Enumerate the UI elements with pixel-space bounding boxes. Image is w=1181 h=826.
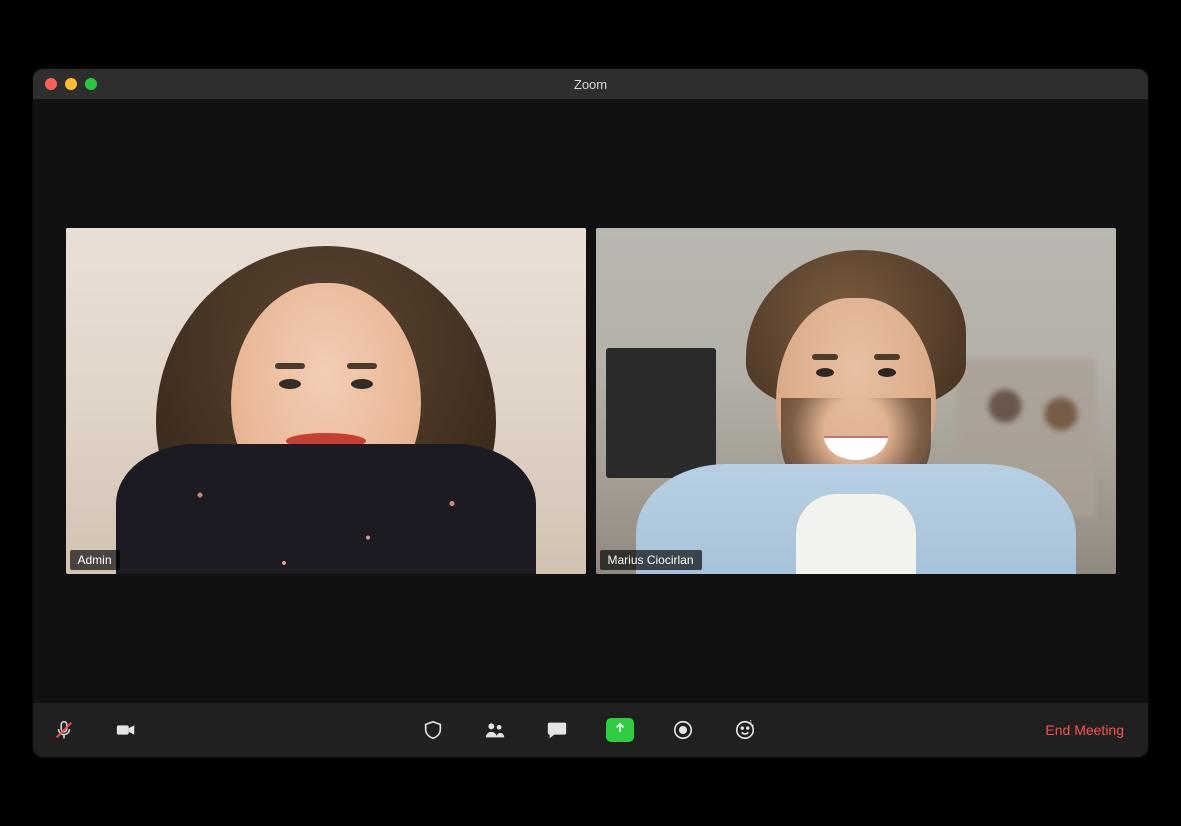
video-tile-marius[interactable]: Marius Ciocirlan [596, 228, 1116, 574]
mute-button[interactable] [51, 717, 77, 743]
meeting-toolbar: End Meeting [33, 703, 1148, 757]
video-area: Admin Marius Ciocirlan [33, 99, 1148, 703]
end-meeting-button[interactable]: End Meeting [1039, 718, 1130, 742]
video-button[interactable] [113, 717, 139, 743]
share-screen-button[interactable] [606, 718, 634, 742]
video-tile-admin[interactable]: Admin [66, 228, 586, 574]
participants-button[interactable] [482, 717, 508, 743]
microphone-muted-icon [53, 719, 75, 741]
video-grid: Admin Marius Ciocirlan [66, 228, 1116, 574]
people-icon [484, 719, 506, 741]
share-screen-icon [613, 721, 627, 740]
reactions-icon [734, 719, 756, 741]
participant-name-label: Admin [70, 550, 120, 570]
participant-video-feed [596, 228, 1116, 574]
video-camera-icon [115, 719, 137, 741]
window-titlebar: Zoom [33, 69, 1148, 99]
chat-bubble-icon [546, 719, 568, 741]
window-controls [45, 78, 97, 90]
zoom-window: Zoom Admin [33, 69, 1148, 757]
chat-button[interactable] [544, 717, 570, 743]
record-icon [672, 719, 694, 741]
participant-video-feed [66, 228, 586, 574]
record-button[interactable] [670, 717, 696, 743]
minimize-window-button[interactable] [65, 78, 77, 90]
participant-name-label: Marius Ciocirlan [600, 550, 702, 570]
maximize-window-button[interactable] [85, 78, 97, 90]
shield-icon [422, 719, 444, 741]
close-window-button[interactable] [45, 78, 57, 90]
window-title: Zoom [33, 77, 1148, 92]
reactions-button[interactable] [732, 717, 758, 743]
security-button[interactable] [420, 717, 446, 743]
